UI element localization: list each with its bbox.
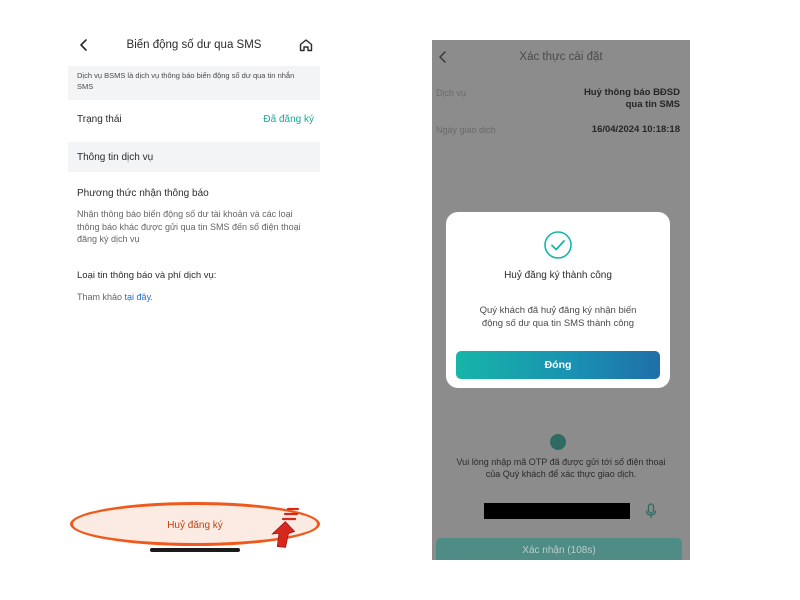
status-badge: Đã đăng ký <box>263 114 314 125</box>
service-row-label: Dịch vụ <box>436 88 467 98</box>
otp-status-icon <box>550 434 566 450</box>
date-row-label: Ngày giao dịch <box>436 125 496 135</box>
reference-prefix: Tham khảo <box>77 292 123 302</box>
service-info-label: Thông tin dịch vụ <box>77 152 154 163</box>
service-row-value: Huỷ thông báo BĐSD qua tin SMS <box>584 87 680 111</box>
left-phone-screen: Biến động số dư qua SMS Dịch vụ BSMS là … <box>68 30 320 560</box>
close-button[interactable]: Đóng <box>456 351 660 379</box>
service-description: Dịch vụ BSMS là dịch vụ thông báo biến đ… <box>68 66 320 100</box>
app-header: Xác thực cài đặt <box>432 40 690 74</box>
modal-message: Quý khách đã huỷ đăng ký nhận biến động … <box>460 304 656 330</box>
modal-message-line1: Quý khách đã huỷ đăng ký nhận biến <box>479 305 637 316</box>
service-info-section: Thông tin dịch vụ <box>68 142 320 172</box>
notification-method-title: Phương thức nhận thông báo <box>77 188 209 199</box>
reference-link[interactable]: tại đây <box>125 292 151 302</box>
modal-title: Huỷ đăng ký thành công <box>504 270 612 281</box>
status-row: Trạng thái Đã đăng ký <box>68 110 320 130</box>
confirm-button-label: Xác nhận (108s) <box>522 545 596 556</box>
otp-instructions: Vui lòng nhập mã OTP đã được gửi tới số … <box>432 456 690 480</box>
pointing-arrow-icon <box>271 507 300 548</box>
notification-method-body: Nhận thông báo biến động số dư tài khoản… <box>77 209 301 244</box>
confirm-button[interactable]: Xác nhận (108s) <box>436 538 682 560</box>
close-button-label: Đóng <box>544 359 572 371</box>
right-phone-screen: Xác thực cài đặt Dịch vụ Huỷ thông báo B… <box>432 40 690 560</box>
home-indicator <box>150 548 240 552</box>
success-modal: Huỷ đăng ký thành công Quý khách đã huỷ … <box>446 212 670 388</box>
page-title: Xác thực cài đặt <box>519 51 603 63</box>
home-icon[interactable] <box>298 37 314 53</box>
service-row-value-line2: qua tin SMS <box>625 99 680 110</box>
otp-instructions-line1: Vui lòng nhập mã OTP đã được gửi tới số … <box>456 457 666 467</box>
check-circle-icon <box>544 231 572 259</box>
app-header: Biến động số dư qua SMS <box>68 30 320 62</box>
message-types-reference: Tham khảo tại đây. <box>77 292 153 302</box>
reference-suffix: . <box>150 292 153 302</box>
modal-message-line2: động số dư qua tin SMS thành công <box>481 318 635 329</box>
otp-instructions-line2: của Quý khách để xác thực giao dịch. <box>485 469 637 479</box>
microphone-icon[interactable] <box>644 503 658 519</box>
status-label: Trạng thái <box>77 114 122 125</box>
date-row-value: 16/04/2024 10:18:18 <box>591 124 680 135</box>
page-title: Biến động số dư qua SMS <box>126 39 262 51</box>
service-row-value-line1: Huỷ thông báo BĐSD <box>583 87 680 98</box>
otp-input[interactable] <box>484 503 630 519</box>
message-types-title: Loại tin thông báo và phí dịch vụ: <box>77 270 217 281</box>
